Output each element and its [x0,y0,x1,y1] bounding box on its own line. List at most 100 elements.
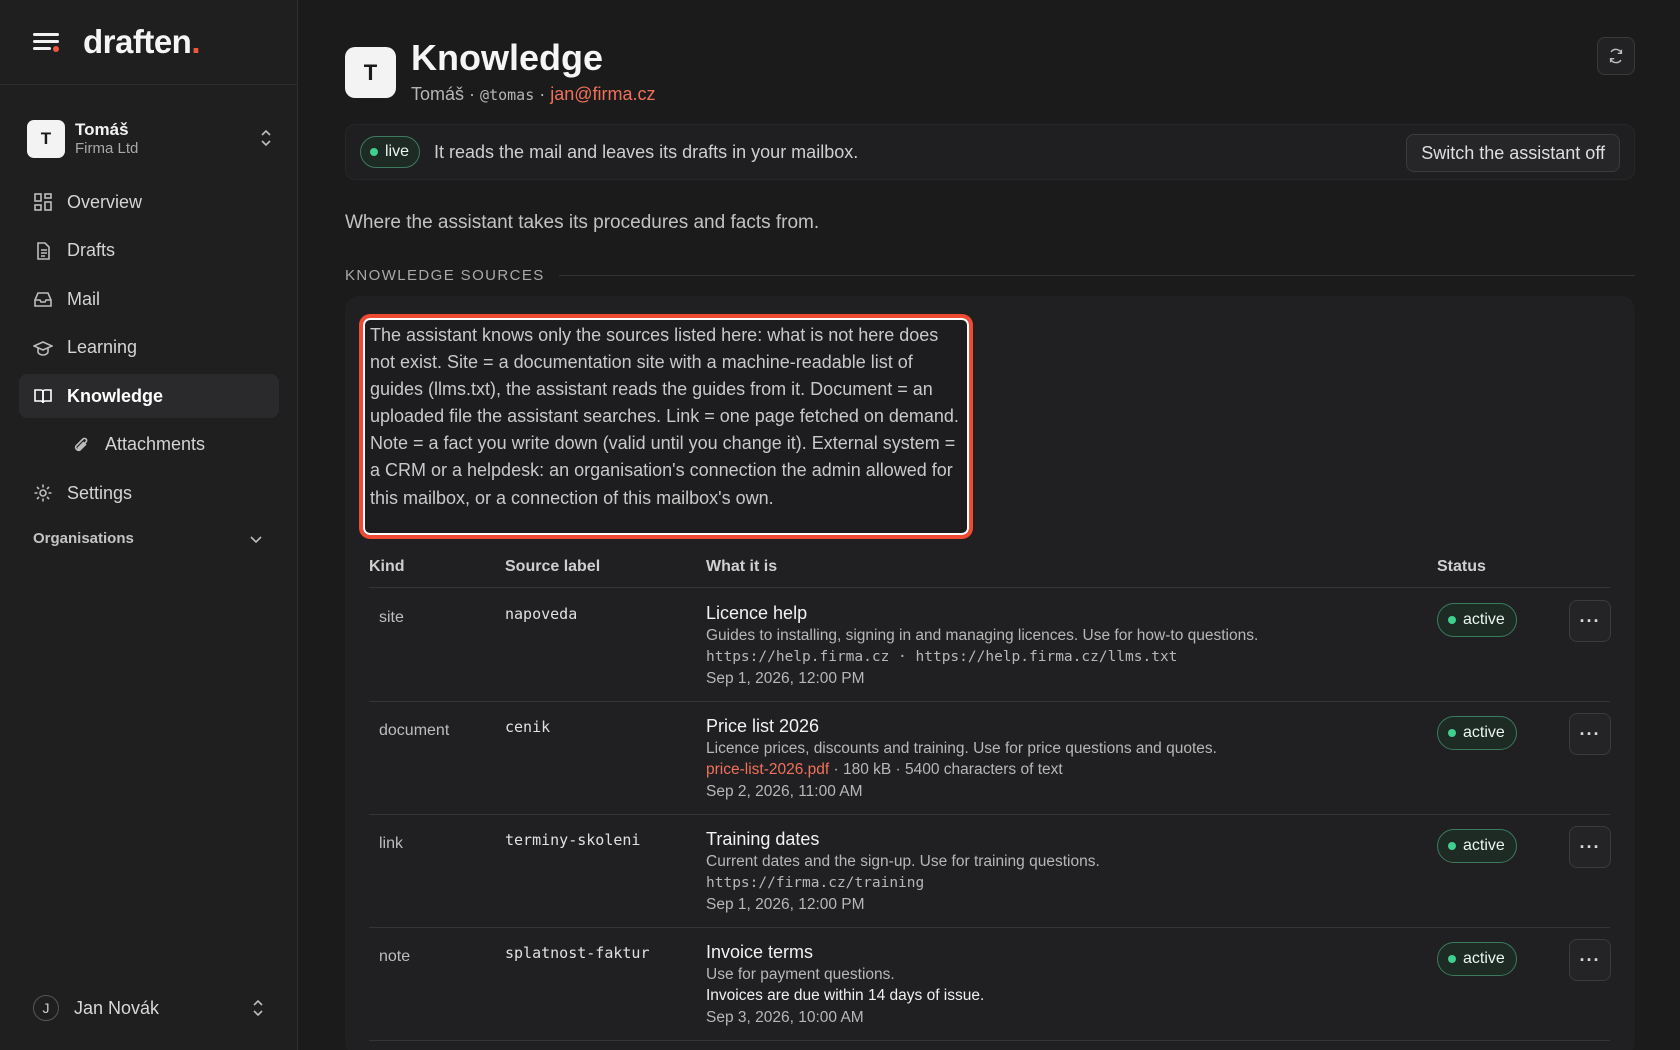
graduation-cap-icon [33,340,53,356]
gear-icon [34,484,52,502]
owner-name: Tomáš [411,84,465,104]
owner-email[interactable]: jan@firma.cz [550,84,655,104]
cell-kind: site [379,609,404,626]
note-text: Invoices are due within 14 days of issue… [706,987,985,1004]
banner-text: It reads the mail and leaves its drafts … [434,141,859,162]
sidebar-item-learning[interactable]: Learning [19,326,279,370]
source-description: Guides to installing, signing in and man… [706,627,1259,644]
row-more-button[interactable]: ··· [1569,600,1611,642]
help-tooltip: The assistant knows only the sources lis… [360,315,972,538]
account-avatar: T [27,120,65,158]
source-urls: https://help.firma.cz · https://help.fir… [706,649,1178,665]
menu-icon[interactable] [33,31,59,53]
status-dot-icon [1448,842,1456,850]
user-menu[interactable]: J Jan Novák [33,993,265,1023]
column-what: What it is [706,558,778,575]
cell-what: Training dates Current dates and the sig… [706,827,1406,916]
sources-card: The assistant knows only the sources lis… [345,296,1635,1050]
source-title: Price list 2026 [706,716,820,736]
help-text: The assistant knows only the sources lis… [370,325,959,508]
table-row[interactable]: document cenik Price list 2026 Licence p… [369,702,1611,815]
source-title: Invoice terms [706,942,814,962]
sidebar-item-label: Drafts [67,240,116,260]
inbox-icon [34,292,52,307]
refresh-icon [1609,48,1623,64]
sidebar-item-knowledge[interactable]: Knowledge [19,374,279,418]
status-dot-icon [1448,955,1456,963]
sidebar-item-mail[interactable]: Mail [19,277,279,321]
table-row[interactable]: link terminy-skoleni Training dates Curr… [369,815,1611,928]
source-date: Sep 1, 2026, 12:00 PM [706,896,865,913]
source-description: Use for payment questions. [706,966,895,983]
account-org: Firma Ltd [75,140,139,158]
organisations-toggle[interactable]: Organisations [33,530,263,547]
sidebar-item-drafts[interactable]: Drafts [19,229,279,273]
section-heading: KNOWLEDGE SOURCES [345,267,1635,284]
status-dot-icon [370,148,378,156]
file-link[interactable]: price-list-2026.pdf [706,761,829,778]
cell-label: terminy-skoleni [505,831,641,849]
page-subtitle: Tomáš · @tomas · jan@firma.cz [411,84,656,104]
sidebar-item-label: Attachments [105,434,206,454]
row-more-button[interactable]: ··· [1569,826,1611,868]
chevron-updown-icon [261,129,271,147]
organisations-label: Organisations [33,530,134,547]
cell-label: napoveda [505,605,578,623]
cell-kind: note [379,948,411,965]
source-description: Current dates and the sign-up. Use for t… [706,853,1100,870]
row-more-button[interactable]: ··· [1569,713,1611,755]
paperclip-icon [74,437,88,451]
user-avatar: J [33,995,59,1021]
user-name: Jan Novák [74,997,160,1018]
source-title: Licence help [706,603,808,623]
chevron-updown-icon [253,999,263,1017]
grid-icon [34,193,52,211]
status-dot-icon [1448,616,1456,624]
column-status: Status [1437,558,1486,575]
live-badge: live [360,136,421,168]
source-file-meta: price-list-2026.pdf · 180 kB · 5400 char… [706,761,1063,778]
row-more-button[interactable]: ··· [1569,939,1611,981]
sidebar-item-label: Mail [67,288,101,309]
cell-label: cenik [505,718,551,736]
cell-what: Price list 2026 Licence prices, discount… [706,714,1406,803]
status-dot-icon [1448,729,1456,737]
account-switcher[interactable]: T Tomáš Firma Ltd [27,118,273,160]
sidebar-item-label: Overview [67,191,143,212]
sidebar-item-label: Knowledge [67,385,164,406]
sidebar-item-attachments[interactable]: Attachments [19,423,279,467]
sidebar: draften. T Tomáš Firma Ltd Overview Draf… [0,0,298,1050]
file-text-icon [37,241,50,260]
table-row[interactable]: site napoveda Licence help Guides to ins… [369,589,1611,702]
page-title: Knowledge [411,37,604,78]
status-badge: active [1437,829,1517,863]
source-date: Sep 1, 2026, 12:00 PM [706,670,865,687]
sidebar-item-overview[interactable]: Overview [19,180,279,224]
owner-handle: @tomas [480,86,535,104]
sidebar-nav: Overview Drafts Mail Learning Knowledge … [19,180,279,520]
cell-kind: document [379,722,450,739]
status-badge: active [1437,603,1517,637]
column-kind: Kind [369,558,405,575]
logo[interactable]: draften. [83,23,200,61]
source-title: Training dates [706,829,820,849]
refresh-button[interactable] [1597,37,1635,75]
brand-bar: draften. [0,0,297,85]
table-row[interactable]: note splatnost-faktur Invoice terms Use … [369,928,1611,1041]
switch-assistant-off-button[interactable]: Switch the assistant off [1406,134,1620,172]
chevron-down-icon [250,535,262,543]
source-url: https://firma.cz/training [706,875,925,891]
status-badge: active [1437,942,1517,976]
assistant-status-banner: live It reads the mail and leaves its dr… [345,124,1635,180]
cell-label: splatnost-faktur [505,944,650,962]
page-intro: Where the assistant takes its procedures… [345,212,820,233]
source-date: Sep 3, 2026, 10:00 AM [706,1009,864,1026]
page-avatar: T [345,47,396,98]
cell-kind: link [379,835,404,852]
source-date: Sep 2, 2026, 11:00 AM [706,783,863,800]
source-description: Licence prices, discounts and training. … [706,740,1217,757]
sidebar-item-label: Learning [67,337,138,357]
column-label: Source label [505,558,601,575]
sidebar-item-settings[interactable]: Settings [19,471,279,515]
book-open-icon [34,389,52,404]
